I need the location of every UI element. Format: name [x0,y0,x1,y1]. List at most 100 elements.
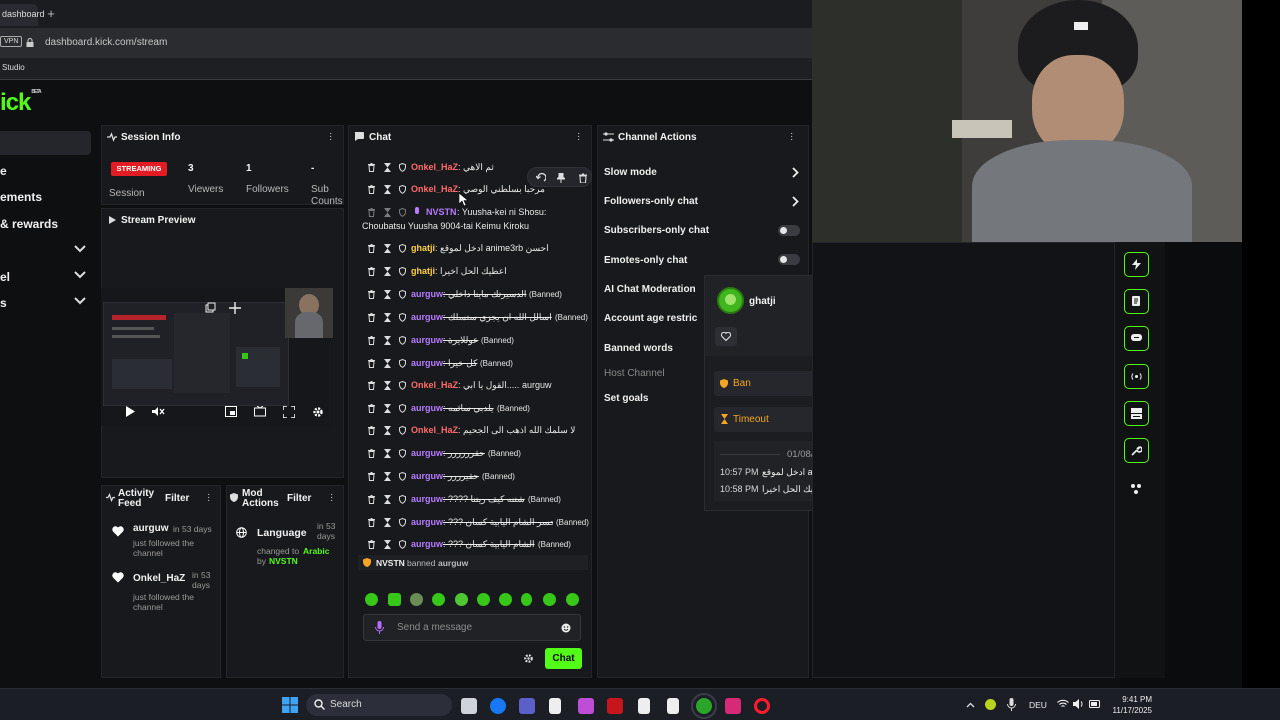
emote[interactable] [388,593,401,606]
hourglass-icon[interactable] [384,495,391,504]
sidebar-item-home[interactable]: e [0,164,7,178]
shield-icon[interactable] [399,472,406,481]
quick-action-button[interactable] [1124,252,1149,277]
hourglass-icon[interactable] [384,381,391,390]
chat-username[interactable]: ghatji [411,266,435,276]
move-icon[interactable] [1130,483,1142,495]
chat-username[interactable]: Onkel_HaZ [411,425,458,435]
opera-icon[interactable] [754,698,770,714]
app-icon[interactable] [607,698,623,714]
shield-icon[interactable] [399,540,406,549]
shield-icon[interactable] [399,336,406,345]
emoji-icon[interactable] [561,623,571,633]
kebab-icon[interactable]: · · · [790,129,793,145]
chevron-down-icon[interactable] [74,271,86,279]
microphone-icon[interactable] [375,621,384,634]
activity-user[interactable]: Onkel_HaZ [133,573,185,584]
preview-video[interactable] [101,288,333,426]
chat-message[interactable]: aurguw: ??? الشام اليابية كسان (Banned) [362,537,590,553]
chevron-down-icon[interactable] [74,297,86,305]
emote[interactable] [477,593,490,606]
battery-icon[interactable] [1089,699,1101,709]
hourglass-icon[interactable] [384,540,391,549]
mute-icon[interactable] [152,406,165,417]
kebab-icon[interactable]: · · · [577,129,580,145]
banned-words-item[interactable]: Banned words [604,343,673,354]
chat-username[interactable]: aurguw [411,494,443,504]
hourglass-icon[interactable] [384,163,391,172]
shield-icon[interactable] [399,208,406,217]
hourglass-icon[interactable] [384,449,391,458]
instagram-icon[interactable] [725,698,741,714]
pin-icon[interactable] [557,173,565,183]
emote[interactable] [410,593,423,606]
facebook-icon[interactable] [490,698,506,714]
chevron-right-icon[interactable] [792,167,799,178]
chat-username[interactable]: NVSTN [426,207,457,217]
shield-icon[interactable] [399,495,406,504]
tab-dashboard[interactable]: dashboard [0,4,45,26]
chat-message[interactable]: aurguw: ??? يتحسر الشام اليابية كسان (Ban… [362,515,590,531]
chat-message[interactable]: Onkel_HaZ: القول يا ابي..... aurguw [362,378,590,394]
hourglass-icon[interactable] [384,208,391,217]
hourglass-icon[interactable] [384,290,391,299]
shield-icon[interactable] [399,449,406,458]
ai-moderation-item[interactable]: AI Chat Moderation [604,284,696,295]
emote[interactable] [455,593,468,606]
kebab-icon[interactable]: · · · [207,490,210,506]
hourglass-icon[interactable] [384,244,391,253]
chat-button[interactable] [1124,326,1149,351]
theater-icon[interactable] [254,406,266,417]
chat-message[interactable]: aurguw: يلدبي سائمه (Banned) [362,401,590,417]
emote[interactable] [521,593,532,606]
hourglass-icon[interactable] [384,359,391,368]
move-icon[interactable] [229,302,241,314]
trash-icon[interactable] [368,540,375,549]
popout-icon[interactable] [205,302,216,313]
taskbar-search[interactable]: Search [306,694,452,716]
tray-icon[interactable] [985,699,996,710]
hourglass-icon[interactable] [384,336,391,345]
shield-icon[interactable] [399,426,406,435]
shield-icon[interactable] [399,381,406,390]
trash-icon[interactable] [368,290,375,299]
shield-icon[interactable] [399,518,406,527]
chat-username[interactable]: aurguw [411,517,443,527]
shield-icon[interactable] [399,163,406,172]
slow-mode-item[interactable]: Slow mode [604,167,657,178]
chat-username[interactable]: aurguw [411,448,443,458]
mod-filter-button[interactable]: Filter [287,493,311,504]
send-chat-button[interactable]: Chat [545,648,582,669]
hourglass-icon[interactable] [384,404,391,413]
kebab-icon[interactable]: · · · [330,490,333,506]
language-indicator[interactable]: DEU [1029,700,1047,710]
chat-message[interactable]: Onkel_HaZ: لا سلمك الله اذهب الى الجحيم [362,423,590,439]
followers-only-item[interactable]: Followers-only chat [604,196,698,207]
new-tab-button[interactable]: + [44,7,58,21]
chat-message[interactable]: aurguw: الدسيرتك ماينا داخلي (Banned) [362,287,590,303]
trash-icon[interactable] [368,472,375,481]
chat-username[interactable]: aurguw [411,539,443,549]
chat-username[interactable]: aurguw [411,312,443,322]
broadcast-button[interactable] [1124,364,1149,389]
settings-icon[interactable] [523,653,534,664]
emotes-only-toggle[interactable] [778,254,800,265]
chevron-down-icon[interactable] [74,245,86,253]
chevron-right-icon[interactable] [792,196,799,207]
subscribers-only-item[interactable]: Subscribers-only chat [604,225,709,236]
wifi-icon[interactable] [1057,699,1069,709]
play-icon[interactable] [125,406,135,417]
emote[interactable] [365,593,378,606]
set-goals-item[interactable]: Set goals [604,393,648,404]
mod-notice-target[interactable]: aurguw [438,558,468,568]
chat-username[interactable]: aurguw [411,335,443,345]
hourglass-icon[interactable] [384,518,391,527]
file-icon[interactable] [549,698,561,714]
trash-icon[interactable] [368,426,375,435]
chat-username[interactable]: ghatji [411,243,435,253]
sidebar-item-achievements[interactable]: ements [0,190,42,204]
hourglass-icon[interactable] [384,313,391,322]
chat-message[interactable]: aurguw: اسالل الله ان يجزي ستسلك (Banned) [362,310,590,326]
hourglass-icon[interactable] [384,472,391,481]
emote[interactable] [543,593,556,606]
